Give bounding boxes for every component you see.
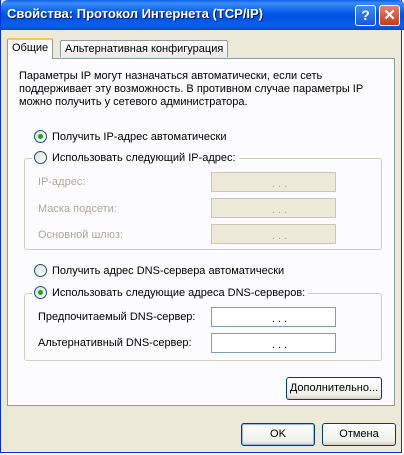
alternate-dns-dots: . . . [271, 339, 288, 351]
cancel-button[interactable]: Отмена [322, 423, 396, 446]
dns-manual-option[interactable]: Использовать следующие адреса DNS-сервер… [32, 286, 309, 299]
advanced-button[interactable]: Дополнительно... [286, 377, 382, 400]
subnet-mask-field[interactable]: . . . [211, 198, 336, 218]
ip-address-dots: . . . [271, 178, 288, 190]
dns-auto-label: Получить адрес DNS-сервера автоматически [52, 264, 285, 277]
ip-auto-label: Получить IP-адрес автоматически [52, 130, 227, 143]
ok-button[interactable]: OK [241, 423, 315, 446]
tab-general[interactable]: Общие [7, 38, 54, 59]
dns-auto-option[interactable]: Получить адрес DNS-сервера автоматически [34, 264, 284, 277]
tab-alternate-config[interactable]: Альтернативная конфигурация [60, 40, 229, 57]
close-button[interactable]: ✕ [379, 5, 400, 26]
ip-manual-label: Использовать следующий IP-адрес: [52, 151, 236, 164]
dns-manual-label: Использовать следующие адреса DNS-сервер… [52, 286, 306, 299]
ip-auto-radio[interactable] [34, 130, 47, 143]
dialog-window: Свойства: Протокол Интернета (TCP/IP) ? … [0, 0, 404, 453]
dns-auto-radio[interactable] [34, 264, 47, 277]
gateway-field[interactable]: . . . [211, 224, 336, 244]
gateway-dots: . . . [271, 230, 288, 242]
ip-address-field[interactable]: . . . [211, 172, 336, 192]
close-icon: ✕ [383, 7, 396, 24]
ip-manual-radio[interactable] [34, 151, 47, 164]
description-text: Параметры IP могут назначаться автоматич… [19, 70, 363, 108]
window-title: Свойства: Протокол Интернета (TCP/IP) [7, 6, 263, 21]
help-button[interactable]: ? [355, 5, 376, 26]
title-bar[interactable]: Свойства: Протокол Интернета (TCP/IP) ? … [1, 0, 404, 30]
ip-manual-option[interactable]: Использовать следующий IP-адрес: [32, 151, 239, 164]
subnet-mask-label: Маска подсети: [38, 203, 117, 215]
preferred-dns-label: Предпочитаемый DNS-сервер: [38, 311, 196, 323]
alternate-dns-field[interactable]: . . . [211, 333, 336, 353]
preferred-dns-dots: . . . [271, 313, 288, 325]
subnet-mask-dots: . . . [271, 204, 288, 216]
ip-auto-option[interactable]: Получить IP-адрес автоматически [34, 130, 226, 143]
dns-manual-radio[interactable] [34, 286, 47, 299]
gateway-label: Основной шлюз: [38, 229, 124, 241]
alternate-dns-label: Альтернативный DNS-сервер: [38, 337, 192, 349]
preferred-dns-field[interactable]: . . . [211, 307, 336, 327]
ip-address-label: IP-адрес: [38, 176, 86, 188]
